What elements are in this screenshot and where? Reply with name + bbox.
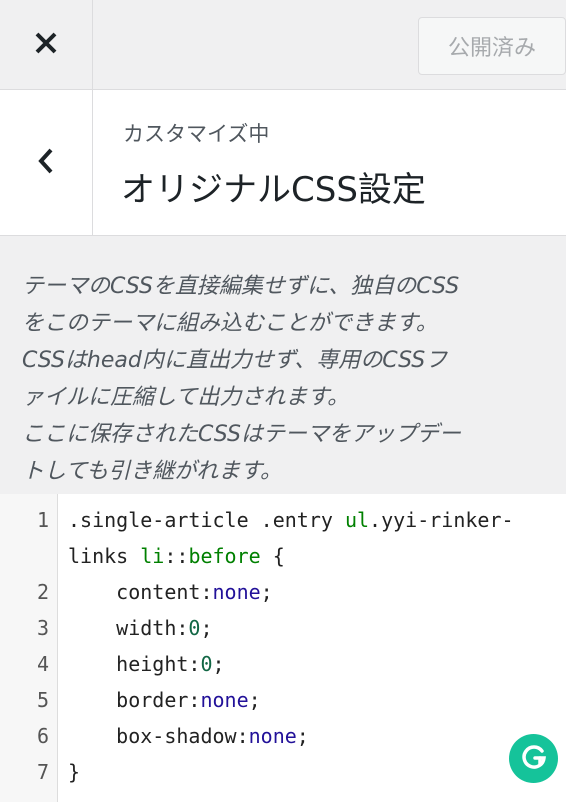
code-token: .single-article .entry [68,508,345,532]
close-button[interactable] [0,0,93,90]
code-token: { [260,544,285,568]
grammarly-button[interactable] [509,734,558,783]
grammarly-icon [519,742,549,776]
code-token: } [68,760,81,784]
code-token: height: [68,652,201,676]
code-line: box-shadow:none; [68,724,558,748]
chevron-left-icon [36,147,56,179]
code-token: li [140,544,165,568]
customizing-label: カスタマイズ中 [123,122,270,146]
line-number-gutter: 1 2 3 4 5 6 7 [0,494,58,802]
section-description: テーマのCSSを直接編集せずに、独自のCSS をこのテーマに組み込むことができま… [22,274,461,484]
line-number: 5 [36,688,49,712]
code-token: ul [344,508,370,532]
section-title: オリジナルCSS設定 [121,170,426,210]
code-token: none [212,580,261,604]
line-number: 7 [36,760,49,784]
code-line: } [68,760,558,784]
publish-button[interactable]: 公開済み [418,17,566,75]
code-token: ; [200,616,213,640]
code-token: ; [248,688,261,712]
code-line: .single-article .entry ul.yyi-rinker- [68,508,558,532]
code-token: none [200,688,249,712]
code-line: border:none; [68,688,558,712]
line-number: 6 [36,724,49,748]
line-number: 4 [36,652,49,676]
code-token: 0 [188,616,201,640]
code-line: height:0; [68,652,558,676]
back-button[interactable] [0,90,93,235]
code-token: 0 [200,652,213,676]
code-token: none [248,724,297,748]
code-token: box-shadow: [68,724,249,748]
line-number: 2 [36,580,49,604]
code-token: .yyi-rinker- [369,508,514,532]
code-token: ; [212,652,225,676]
code-line: links li::before { [68,544,558,568]
code-token: ; [296,724,309,748]
code-token: ; [260,580,273,604]
line-number: 3 [36,616,49,640]
code-line: content:none; [68,580,558,604]
code-token: border: [68,688,201,712]
code-line: width:0; [68,616,558,640]
section-header: カスタマイズ中 オリジナルCSS設定 [0,90,566,236]
code-token: before [188,544,261,568]
customizer-topbar: 公開済み [0,0,566,90]
code-token: width: [68,616,189,640]
line-number: 1 [36,508,49,532]
css-code-editor[interactable]: 1 2 3 4 5 6 7 .single-article .entry ul.… [0,494,566,802]
code-token: links [68,544,141,568]
code-token: content: [68,580,213,604]
close-icon [34,31,58,59]
code-token: :: [164,544,189,568]
